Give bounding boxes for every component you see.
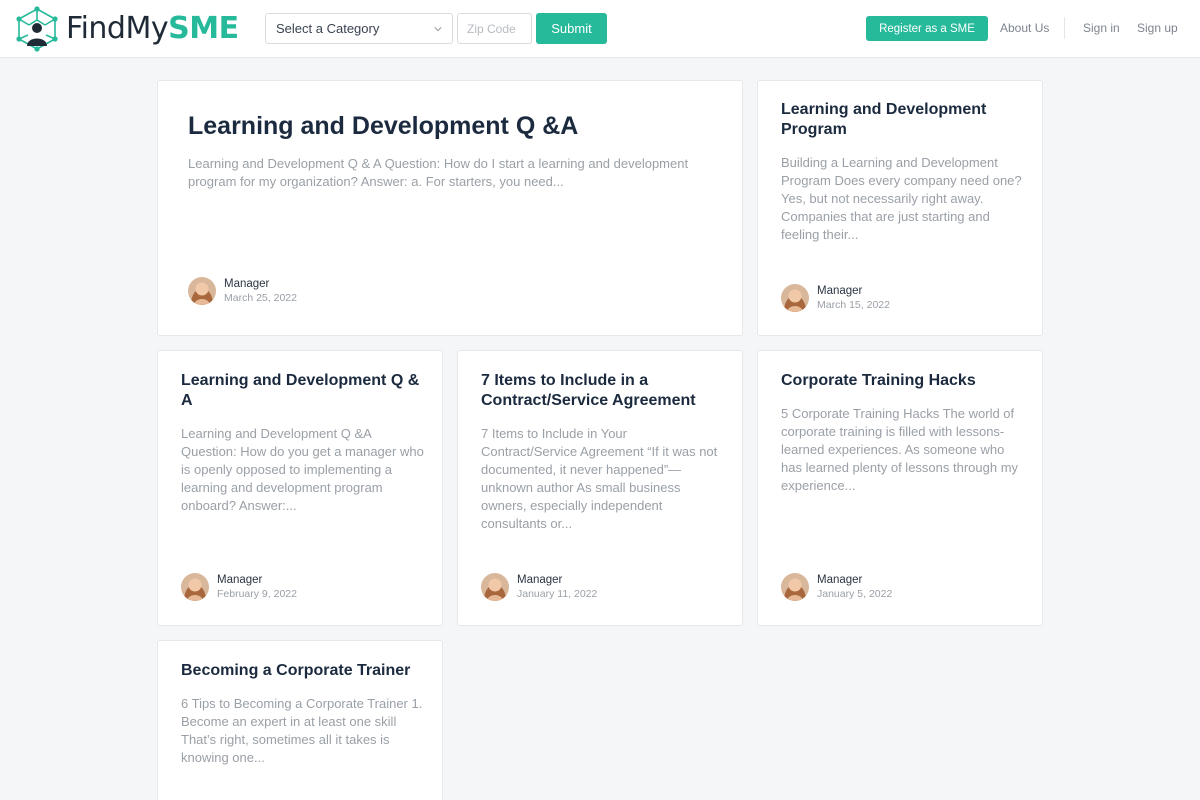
author-name: Manager <box>817 285 863 297</box>
site-header: FindMySME Select a Category Submit Regis… <box>0 0 1200 58</box>
author-avatar <box>188 277 216 305</box>
post-title[interactable]: 7 Items to Include in a Contract/Service… <box>481 371 726 411</box>
post-excerpt: 5 Corporate Training Hacks The world of … <box>781 406 1019 493</box>
category-select[interactable]: Select a Category <box>265 13 453 44</box>
post-date: January 5, 2022 <box>817 588 893 600</box>
post-date: March 25, 2022 <box>224 292 297 304</box>
post-date: February 9, 2022 <box>217 588 297 600</box>
author-avatar <box>781 284 809 312</box>
post-card[interactable]: Learning and Development Program Buildin… <box>757 80 1043 336</box>
author-avatar <box>481 573 509 601</box>
nav-sign-up[interactable]: Sign up <box>1137 21 1178 36</box>
post-date: January 11, 2022 <box>517 588 598 600</box>
register-sme-button[interactable]: Register as a SME <box>866 16 988 41</box>
post-author: Manager January 5, 2022 <box>781 573 892 601</box>
nav-sign-in[interactable]: Sign in <box>1083 21 1120 36</box>
post-date: March 15, 2022 <box>817 299 890 311</box>
post-excerpt: 6 Tips to Becoming a Corporate Trainer 1… <box>181 696 423 765</box>
network-person-logo-icon <box>16 6 58 52</box>
nav-divider <box>1064 17 1065 39</box>
post-card[interactable]: Learning and Development Q &A Learning a… <box>157 80 743 336</box>
logo-wordmark-part1: FindMy <box>66 11 169 46</box>
post-card[interactable]: Learning and Development Q & A Learning … <box>157 350 443 626</box>
post-card[interactable]: Becoming a Corporate Trainer 6 Tips to B… <box>157 640 443 800</box>
author-avatar <box>781 573 809 601</box>
author-avatar <box>181 573 209 601</box>
post-excerpt: Learning and Development Q &A Question: … <box>181 426 424 513</box>
post-author: Manager January 11, 2022 <box>481 573 597 601</box>
post-title[interactable]: Becoming a Corporate Trainer <box>181 661 426 681</box>
author-name: Manager <box>224 278 270 290</box>
post-title[interactable]: Learning and Development Q & A <box>181 371 426 411</box>
logo-wordmark-part2: SME <box>168 11 239 46</box>
author-name: Manager <box>517 574 563 586</box>
post-title[interactable]: Corporate Training Hacks <box>781 371 1026 391</box>
author-name: Manager <box>817 574 863 586</box>
nav-about-us[interactable]: About Us <box>1000 21 1049 36</box>
post-author: Manager March 15, 2022 <box>781 284 890 312</box>
chevron-down-icon <box>434 26 442 31</box>
post-excerpt: Building a Learning and Development Prog… <box>781 155 1022 242</box>
category-select-value: Select a Category <box>276 21 380 36</box>
post-excerpt: Learning and Development Q & A Question:… <box>188 156 689 189</box>
post-title[interactable]: Learning and Development Q &A <box>188 111 708 141</box>
post-author: Manager March 25, 2022 <box>188 277 297 305</box>
site-logo[interactable]: FindMySME <box>12 6 239 52</box>
post-author: Manager February 9, 2022 <box>181 573 297 601</box>
post-card[interactable]: 7 Items to Include in a Contract/Service… <box>457 350 743 626</box>
author-name: Manager <box>217 574 263 586</box>
zip-code-input[interactable] <box>457 13 532 44</box>
logo-wordmark: FindMySME <box>66 6 239 52</box>
post-card[interactable]: Corporate Training Hacks 5 Corporate Tra… <box>757 350 1043 626</box>
post-title[interactable]: Learning and Development Program <box>781 100 1026 140</box>
post-excerpt: 7 Items to Include in Your Contract/Serv… <box>481 426 718 531</box>
submit-button[interactable]: Submit <box>536 13 607 44</box>
